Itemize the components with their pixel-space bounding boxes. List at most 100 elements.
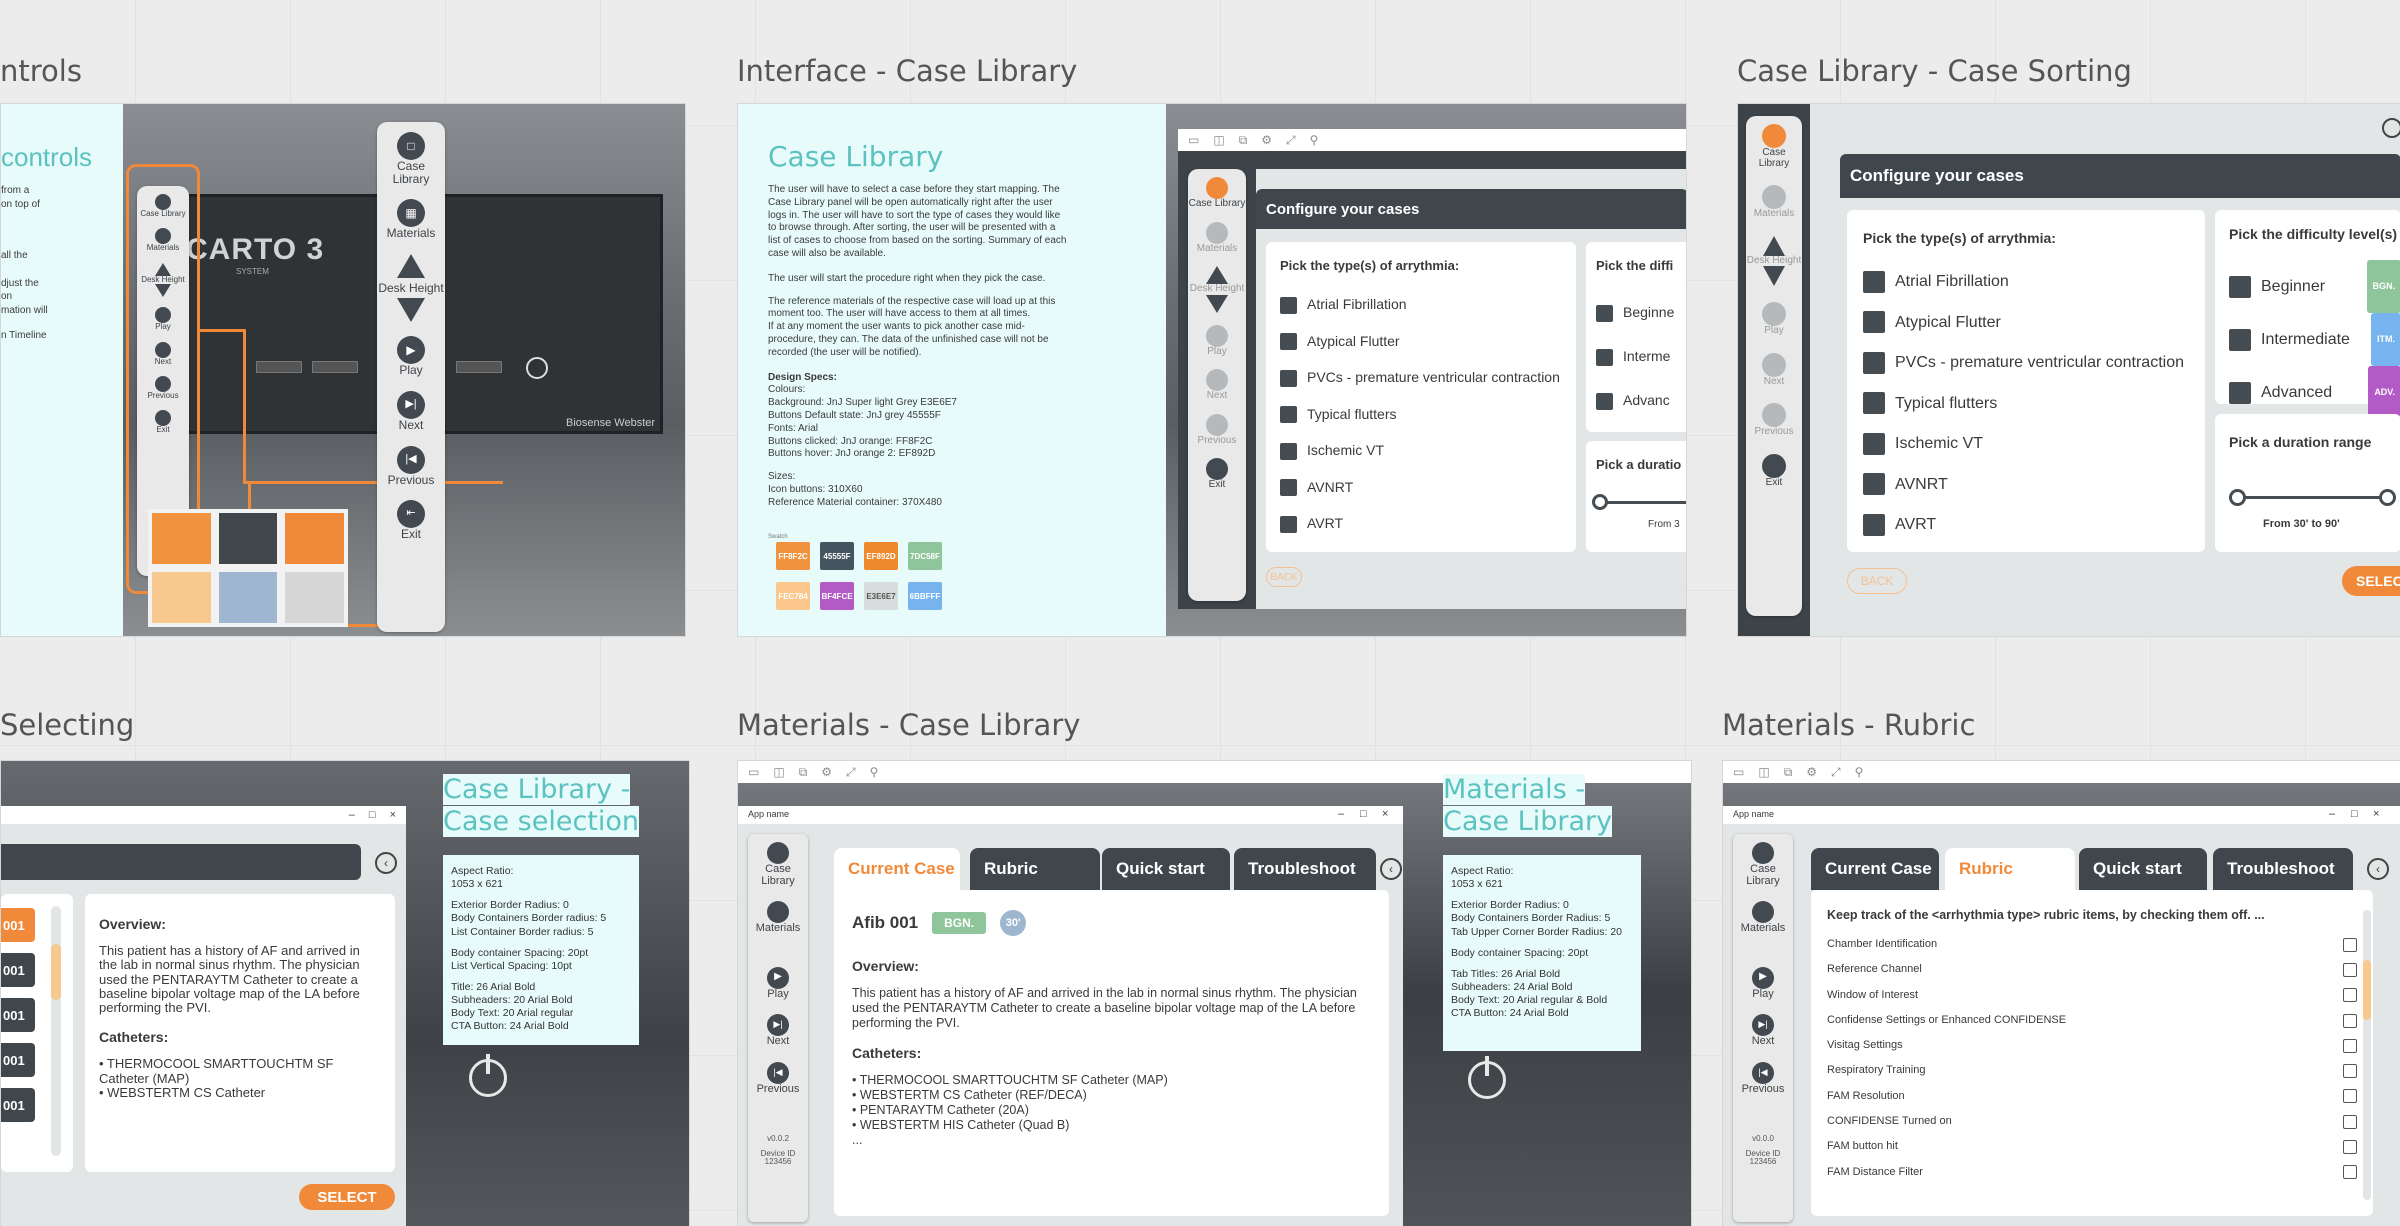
select-button[interactable]: SELECT [2342,566,2400,596]
case-list-item[interactable]: 001 [1,998,35,1032]
arrhythmia-option[interactable]: Ischemic VT [1280,432,1560,469]
checkbox[interactable] [2343,1114,2357,1129]
rubric-item[interactable]: Window of Interest [1827,983,2357,1008]
sidebar-case-library[interactable]: □ Case Library [377,132,445,185]
tab-quick-start[interactable]: Quick start [1102,848,1230,890]
arrhythmia-option[interactable]: Typical flutters [1280,396,1560,433]
case-list-item-active[interactable]: 001 [1,908,35,942]
rubric-item[interactable]: Chamber Identification [1827,932,2357,957]
sidebar-exit[interactable]: Exit [1206,458,1228,491]
checkbox[interactable] [2343,937,2357,952]
mini-next[interactable]: Next [155,341,171,366]
tab-troubleshoot[interactable]: Troubleshoot [2213,848,2353,890]
checkbox[interactable] [2343,988,2357,1003]
arrow-up-icon[interactable] [1763,235,1785,256]
minimize-icon[interactable]: – [349,809,355,821]
sidebar-case-library[interactable]: Case Library [1746,124,1802,169]
maximize-icon[interactable]: □ [2351,808,2358,820]
checkbox[interactable] [2343,962,2357,977]
checkbox[interactable] [2343,1140,2357,1155]
rubric-item[interactable]: Respiratory Training [1827,1058,2357,1083]
checkbox[interactable] [1863,392,1885,415]
sidebar-materials[interactable]: Materials [1754,185,1794,220]
checkbox[interactable] [2229,381,2251,404]
arrhythmia-option[interactable]: AVRT [1280,505,1560,542]
checkbox[interactable] [1280,369,1297,387]
arrhythmia-option[interactable]: PVCs - premature ventricular contraction [1280,359,1560,396]
sidebar-desk-height[interactable]: Desk Height [378,253,444,323]
arrhythmia-option[interactable]: Atypical Flutter [1280,323,1560,360]
rubric-item[interactable]: FAM Resolution [1827,1084,2357,1109]
back-circle-icon[interactable]: ‹ [375,852,397,874]
sidebar-next[interactable]: ▶| Next [1752,1014,1774,1048]
back-button[interactable]: BACK [1847,568,1907,594]
expand-icon[interactable]: ⤢ [1831,765,1841,780]
tool-icon[interactable]: ⧉ [1239,133,1248,148]
arrow-up-icon[interactable] [397,253,425,278]
expand-icon[interactable]: ⤢ [1286,133,1296,148]
back-circle-icon[interactable]: ‹ [1380,858,1402,880]
arrow-down-icon[interactable] [1206,294,1228,313]
checkbox[interactable] [2343,1165,2357,1180]
select-button[interactable]: SELECT [299,1184,395,1210]
close-icon[interactable]: × [390,809,396,821]
duration-slider-handle-min[interactable] [2229,489,2246,506]
tab-current-case[interactable]: Current Case [834,848,960,890]
difficulty-option[interactable]: Interme [1596,334,1674,378]
back-circle-icon[interactable] [2382,118,2400,138]
checkbox[interactable] [1280,515,1297,533]
checkbox[interactable] [1863,351,1885,374]
duration-slider-track[interactable] [2237,496,2387,499]
duration-slider-handle[interactable] [1592,494,1608,510]
sidebar-previous[interactable]: |◀ Previous [388,445,434,487]
checkbox[interactable] [1863,270,1885,293]
rubric-item[interactable]: Confidense Settings or Enhanced CONFIDEN… [1827,1008,2357,1033]
sidebar-exit[interactable]: Exit [1762,453,1786,489]
checkbox[interactable] [1280,333,1297,351]
checkbox[interactable] [1863,513,1885,536]
maximize-icon[interactable]: □ [1360,808,1367,820]
checkbox[interactable] [1280,406,1297,424]
sidebar-previous[interactable]: |◀ Previous [1742,1061,1784,1096]
arrhythmia-option[interactable]: AVNRT [1280,469,1560,506]
rubric-item[interactable]: Visitag Settings [1827,1033,2357,1058]
back-circle-icon[interactable]: ‹ [2367,858,2389,880]
tool-icon[interactable]: ⚲ [870,765,879,779]
checkbox[interactable] [2343,1089,2357,1104]
checkbox[interactable] [1596,392,1613,410]
arrhythmia-option[interactable]: Ischemic VT [1863,424,2184,465]
sidebar-previous[interactable]: Previous [1198,413,1236,447]
back-button[interactable]: BACK [1266,567,1302,587]
mini-desk-height[interactable]: Desk Height [141,262,185,298]
tab-rubric[interactable]: Rubric [970,848,1100,890]
checkbox[interactable] [2229,328,2251,351]
tool-icon[interactable]: ◫ [773,765,784,779]
sidebar-next[interactable]: ▶| Next [397,390,425,432]
sidebar-materials[interactable]: Materials [756,901,800,935]
difficulty-option[interactable]: Beginner BGN. [2229,260,2400,313]
sidebar-case-library[interactable]: Case Library [1733,842,1793,887]
arrow-down-icon[interactable] [397,298,425,323]
tool-icon[interactable]: ⚙ [821,765,832,779]
tool-icon[interactable]: ◫ [1213,133,1224,147]
tool-icon[interactable]: ⚙ [1806,765,1817,779]
tab-rubric[interactable]: Rubric [1945,848,2075,890]
scrollbar-track[interactable] [2363,910,2371,1200]
tool-icon[interactable]: ▭ [1733,765,1744,779]
arrow-down-icon[interactable] [1763,266,1785,286]
tool-icon[interactable]: ▭ [1188,133,1199,147]
mini-materials[interactable]: Materials [147,228,179,252]
checkbox[interactable] [1596,348,1613,366]
arrhythmia-option[interactable]: Atypical Flutter [1863,303,2184,344]
checkbox[interactable] [1863,311,1885,334]
tab-quick-start[interactable]: Quick start [2079,848,2207,890]
tool-icon[interactable]: ⧉ [1784,765,1793,780]
difficulty-option[interactable]: Advanc [1596,378,1674,422]
sidebar-exit[interactable]: ⇤ Exit [397,500,425,541]
checkbox[interactable] [1863,432,1885,455]
sidebar-play[interactable]: ▶ Play [1752,966,1774,1001]
sidebar-next[interactable]: Next [1206,369,1228,402]
rubric-item[interactable]: Reference Channel [1827,957,2357,982]
rubric-item[interactable]: CONFIDENSE Turned on [1827,1109,2357,1134]
sidebar-next[interactable]: ▶| Next [767,1014,789,1048]
